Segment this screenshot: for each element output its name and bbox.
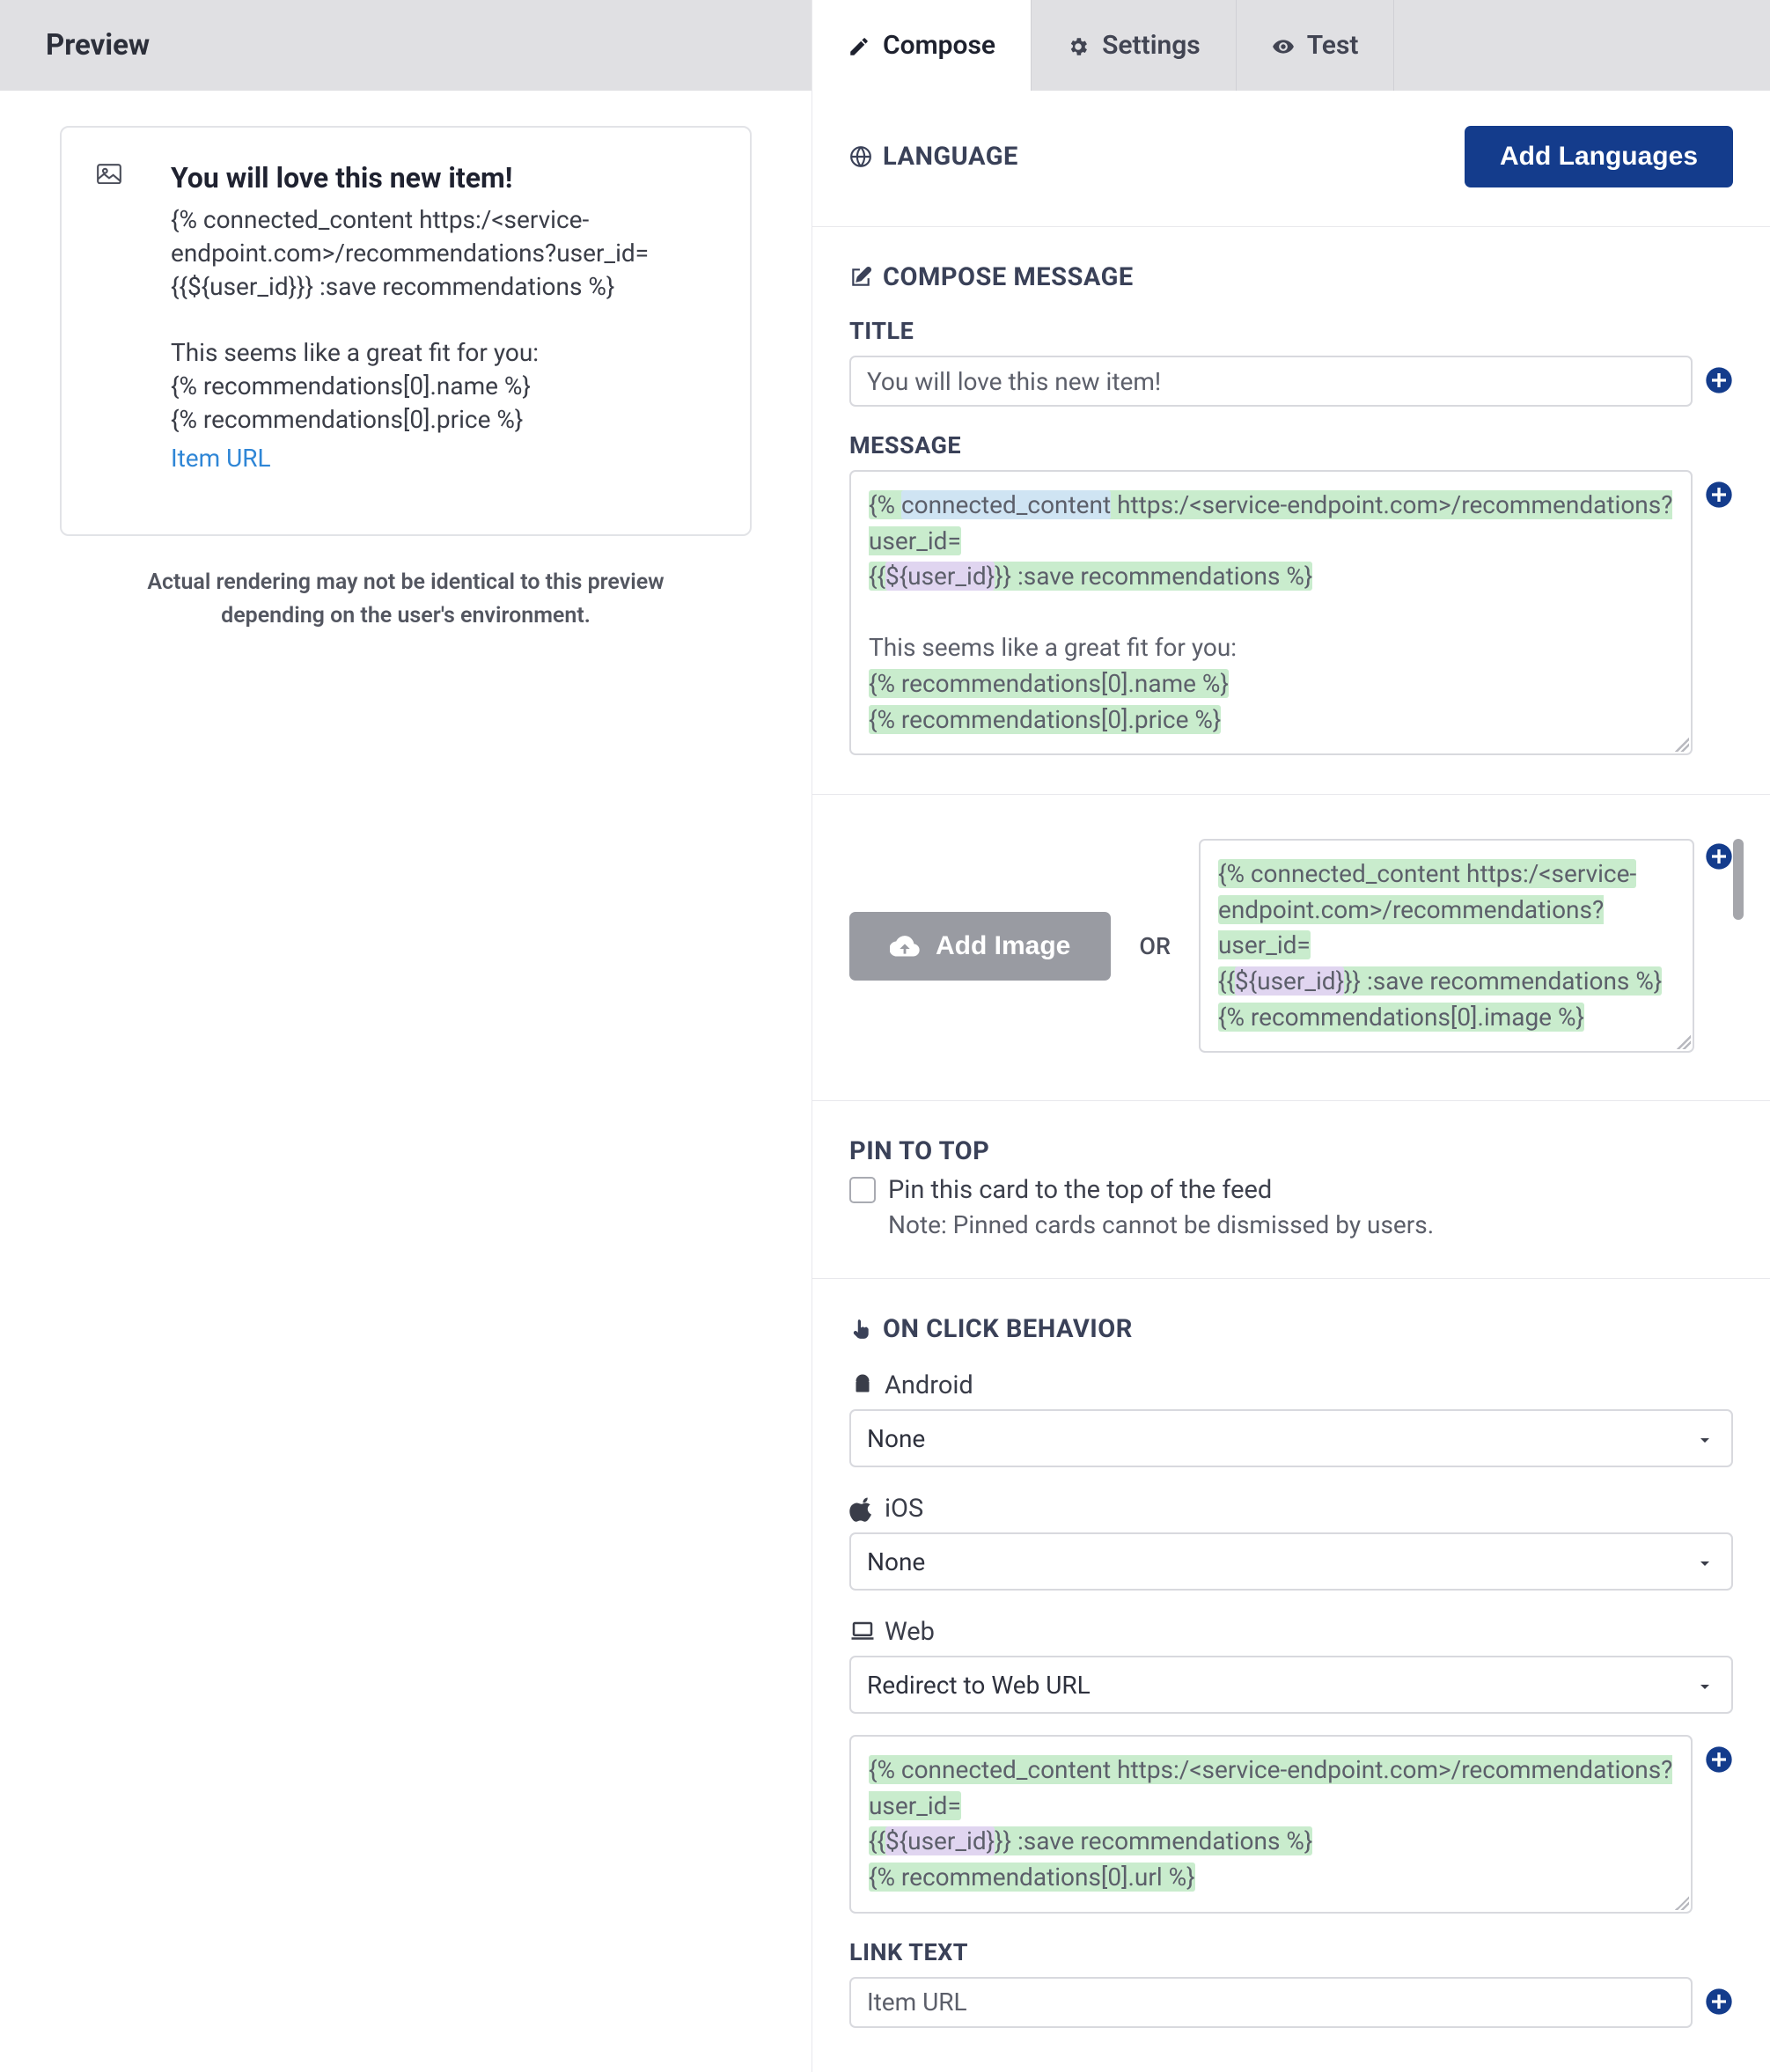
ios-label: iOS (885, 1494, 923, 1524)
web-label: Web (885, 1617, 935, 1647)
tab-test-label: Test (1307, 30, 1359, 61)
title-input[interactable] (849, 356, 1693, 407)
image-section: Add Image OR {% connected_content https:… (812, 795, 1770, 1101)
add-image-label: Add Image (936, 931, 1070, 961)
link-text-input[interactable] (849, 1977, 1693, 2028)
chevron-down-icon (1694, 1428, 1715, 1449)
title-add-icon[interactable] (1705, 366, 1733, 394)
android-icon (849, 1372, 876, 1399)
pin-label: Pin this card to the top of the feed (888, 1175, 1272, 1205)
pencil-icon (848, 34, 870, 57)
apple-icon (849, 1495, 876, 1522)
or-text: OR (1139, 932, 1171, 960)
chevron-down-icon (1694, 1551, 1715, 1572)
ios-select-value: None (867, 1547, 925, 1576)
tab-settings-label: Settings (1102, 30, 1201, 61)
laptop-icon (849, 1619, 876, 1645)
language-title: LANGUAGE (883, 142, 1018, 172)
web-select-value: Redirect to Web URL (867, 1671, 1091, 1700)
link-text-add-icon[interactable] (1705, 1988, 1733, 2016)
compose-section: COMPOSE MESSAGE TITLE MESSAGE {% connect… (812, 227, 1770, 795)
eye-icon (1272, 34, 1295, 57)
pin-title: PIN TO TOP (849, 1136, 1733, 1166)
preview-header: Preview (0, 0, 812, 91)
image-placeholder-icon (97, 161, 121, 180)
tabs: Compose Settings Test (812, 0, 1770, 91)
add-image-button[interactable]: Add Image (849, 912, 1111, 981)
message-add-icon[interactable] (1705, 481, 1733, 509)
android-select-value: None (867, 1424, 925, 1453)
preview-card-body: {% connected_content https:/<service-end… (171, 203, 715, 437)
gear-icon (1067, 34, 1090, 57)
image-add-icon[interactable] (1705, 842, 1733, 871)
web-url-add-icon[interactable] (1705, 1745, 1733, 1774)
link-text-label: LINK TEXT (849, 1938, 1733, 1966)
compose-heading: COMPOSE MESSAGE (883, 262, 1134, 292)
preview-note: Actual rendering may not be identical to… (60, 566, 752, 635)
edit-icon (849, 266, 872, 289)
web-url-input[interactable]: {% connected_content https:/<service-end… (849, 1735, 1693, 1913)
preview-title: Preview (46, 28, 150, 62)
tab-settings[interactable]: Settings (1032, 0, 1237, 91)
tab-compose[interactable]: Compose (812, 0, 1032, 91)
preview-card-title: You will love this new item! (171, 161, 715, 195)
android-label: Android (885, 1370, 973, 1400)
title-label: TITLE (849, 317, 1733, 345)
hand-pointer-icon (849, 1318, 872, 1341)
click-title: ON CLICK BEHAVIOR (883, 1314, 1133, 1344)
scrollbar-thumb[interactable] (1733, 839, 1744, 920)
message-label: MESSAGE (849, 431, 1733, 459)
pin-section: PIN TO TOP Pin this card to the top of t… (812, 1101, 1770, 1279)
chevron-down-icon (1694, 1674, 1715, 1695)
click-section: ON CLICK BEHAVIOR Android None iOS None (812, 1279, 1770, 2071)
preview-card-link[interactable]: Item URL (171, 444, 271, 473)
ios-select[interactable]: None (849, 1532, 1733, 1591)
message-input[interactable]: {% connected_content https:/<service-end… (849, 470, 1693, 755)
preview-card: You will love this new item! {% connecte… (60, 126, 752, 536)
pin-checkbox[interactable] (849, 1177, 876, 1203)
pin-note: Note: Pinned cards cannot be dismissed b… (888, 1210, 1733, 1239)
language-section: LANGUAGE Add Languages (812, 91, 1770, 227)
add-languages-button[interactable]: Add Languages (1465, 126, 1733, 187)
tab-compose-label: Compose (883, 30, 995, 61)
tab-test[interactable]: Test (1237, 0, 1395, 91)
image-url-input[interactable]: {% connected_content https:/<service-end… (1199, 839, 1694, 1053)
web-select[interactable]: Redirect to Web URL (849, 1656, 1733, 1714)
globe-icon (849, 145, 872, 168)
android-select[interactable]: None (849, 1409, 1733, 1467)
cloud-upload-icon (890, 934, 920, 959)
